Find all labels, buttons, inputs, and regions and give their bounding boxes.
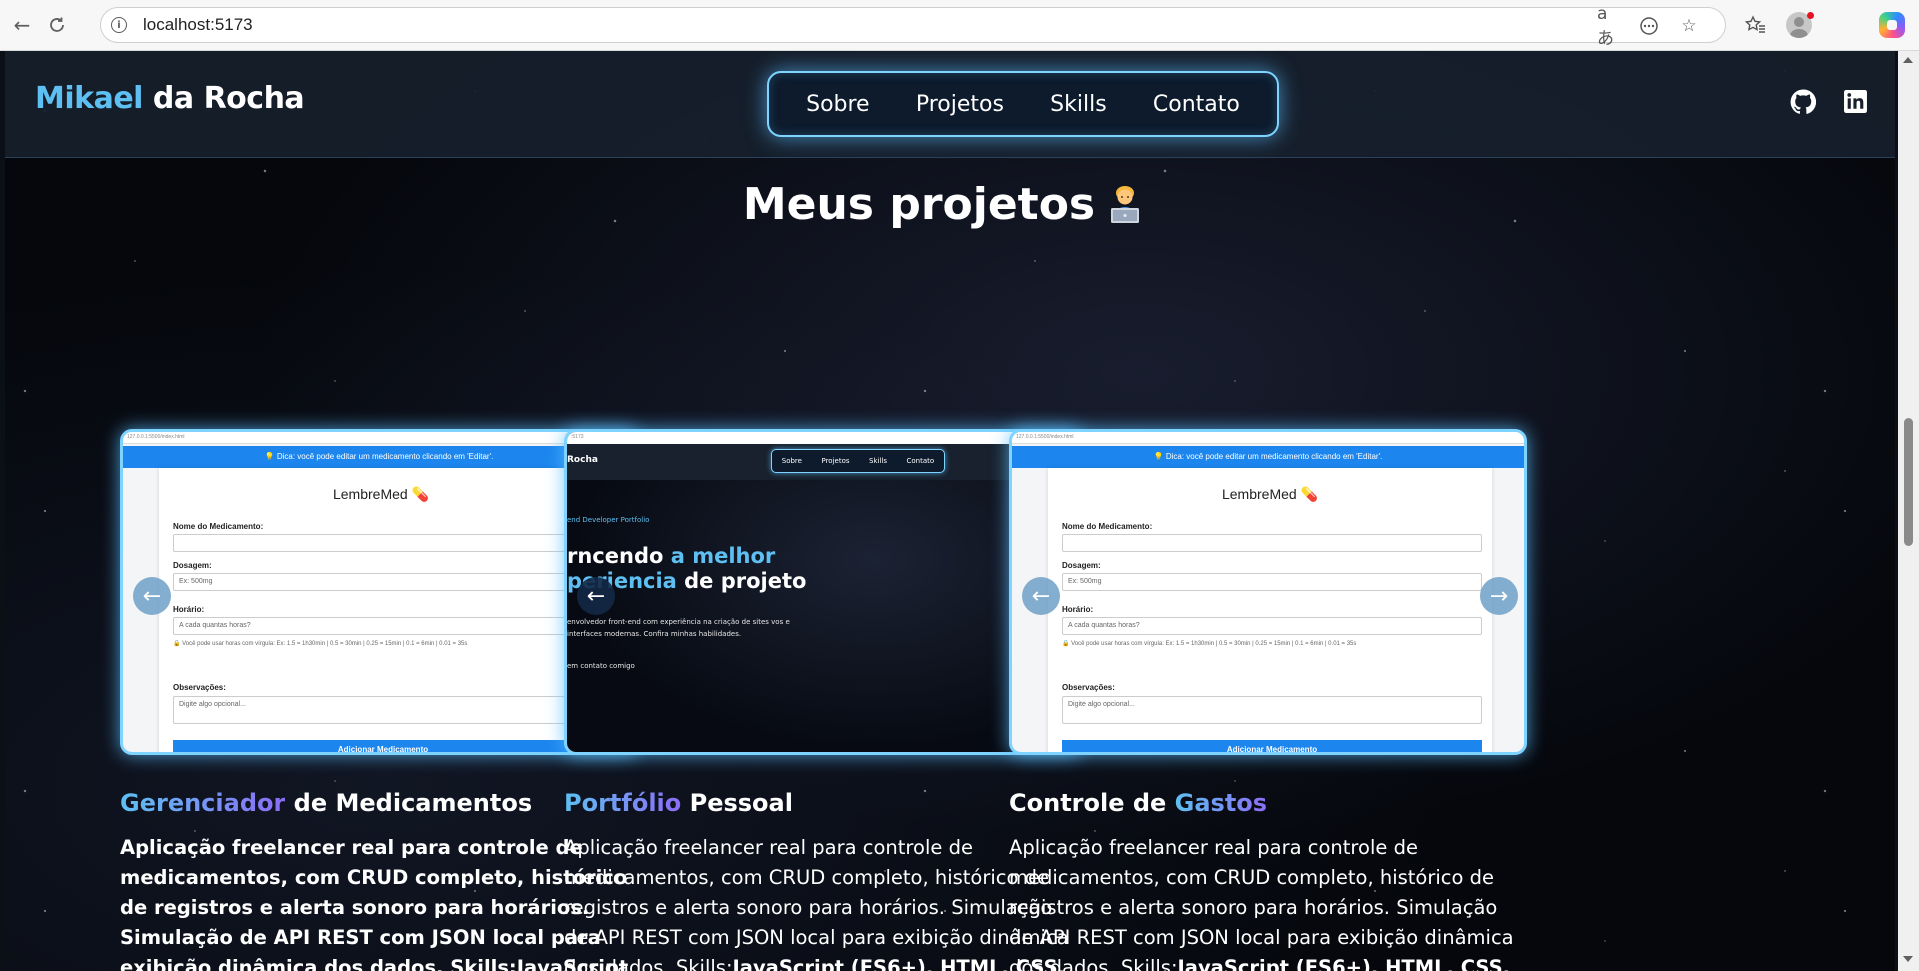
github-icon[interactable] [1790, 89, 1817, 115]
project-title: Gerenciador de Medicamentos [120, 789, 533, 817]
scroll-down-icon[interactable] [1903, 956, 1913, 962]
nav-link-sobre[interactable]: Sobre [806, 92, 870, 117]
projects-heading: Meus projetos [5, 179, 1885, 230]
main-nav: Sobre Projetos Skills Contato [767, 71, 1279, 137]
project-card-medicamentos: 127.0.0.1:5500/index.html 💡 Dica: você p… [120, 429, 638, 971]
project-card-gastos: 127.0.0.1:5500/index.html 💡 Dica: você p… [1009, 429, 1527, 971]
reload-icon[interactable] [42, 10, 72, 40]
project-preview-image: 127.0.0.1:5500/index.html 💡 Dica: você p… [120, 429, 638, 755]
more-icon[interactable] [1637, 14, 1661, 38]
scroll-up-icon[interactable] [1903, 57, 1913, 63]
page-scrollbar[interactable] [1898, 51, 1919, 971]
project-description: Aplicação freelancer real para controle … [1009, 833, 1527, 971]
project-description: Aplicação freelancer real para controle … [564, 833, 1082, 971]
nav-link-projetos[interactable]: Projetos [916, 92, 1004, 117]
nav-link-skills[interactable]: Skills [1050, 92, 1107, 117]
preview-form: LembreMed 💊 Nome do Medicamento: Dosagem… [159, 468, 603, 752]
back-icon[interactable]: ← [7, 10, 37, 40]
address-bar[interactable]: i localhost:5173 aあ ☆ [100, 4, 1726, 49]
read-aloud-icon[interactable]: aあ [1597, 4, 1621, 49]
browser-toolbar: ← i localhost:5173 aあ ☆ [0, 0, 1919, 51]
technologist-emoji-icon [1103, 181, 1147, 225]
project-title: Controle de Gastos [1009, 789, 1268, 817]
carousel-prev-button[interactable]: ← [133, 577, 171, 615]
carousel-prev-button[interactable]: ← [577, 577, 615, 615]
project-card-portfolio: :5173 Rocha Sobre Projetos Skills Contat… [564, 429, 1082, 971]
site-brand[interactable]: Mikael da Rocha [35, 81, 305, 116]
url-text[interactable]: localhost:5173 [143, 15, 253, 35]
page-viewport: Mikael da Rocha Sobre Projetos Skills Co… [5, 51, 1895, 971]
linkedin-icon[interactable] [1843, 89, 1869, 115]
site-header: Mikael da Rocha Sobre Projetos Skills Co… [5, 51, 1895, 158]
project-preview-image: :5173 Rocha Sobre Projetos Skills Contat… [564, 429, 1082, 755]
nav-link-contato[interactable]: Contato [1153, 92, 1240, 117]
favorite-icon[interactable]: ☆ [1677, 14, 1701, 38]
project-preview-image: 127.0.0.1:5500/index.html 💡 Dica: você p… [1009, 429, 1527, 755]
notification-dot [1807, 12, 1814, 19]
project-title: Portfólio Pessoal [564, 789, 793, 817]
project-description: Aplicação freelancer real para controle … [120, 833, 638, 971]
favorites-icon[interactable] [1740, 10, 1770, 40]
carousel-next-button[interactable]: → [1480, 577, 1518, 615]
scroll-thumb[interactable] [1904, 418, 1913, 546]
carousel-prev-button[interactable]: ← [1022, 577, 1060, 615]
info-icon[interactable]: i [111, 17, 127, 33]
copilot-icon[interactable] [1879, 12, 1905, 38]
preview-form: LembreMed 💊 Nome do Medicamento: Dosagem… [1048, 468, 1492, 752]
